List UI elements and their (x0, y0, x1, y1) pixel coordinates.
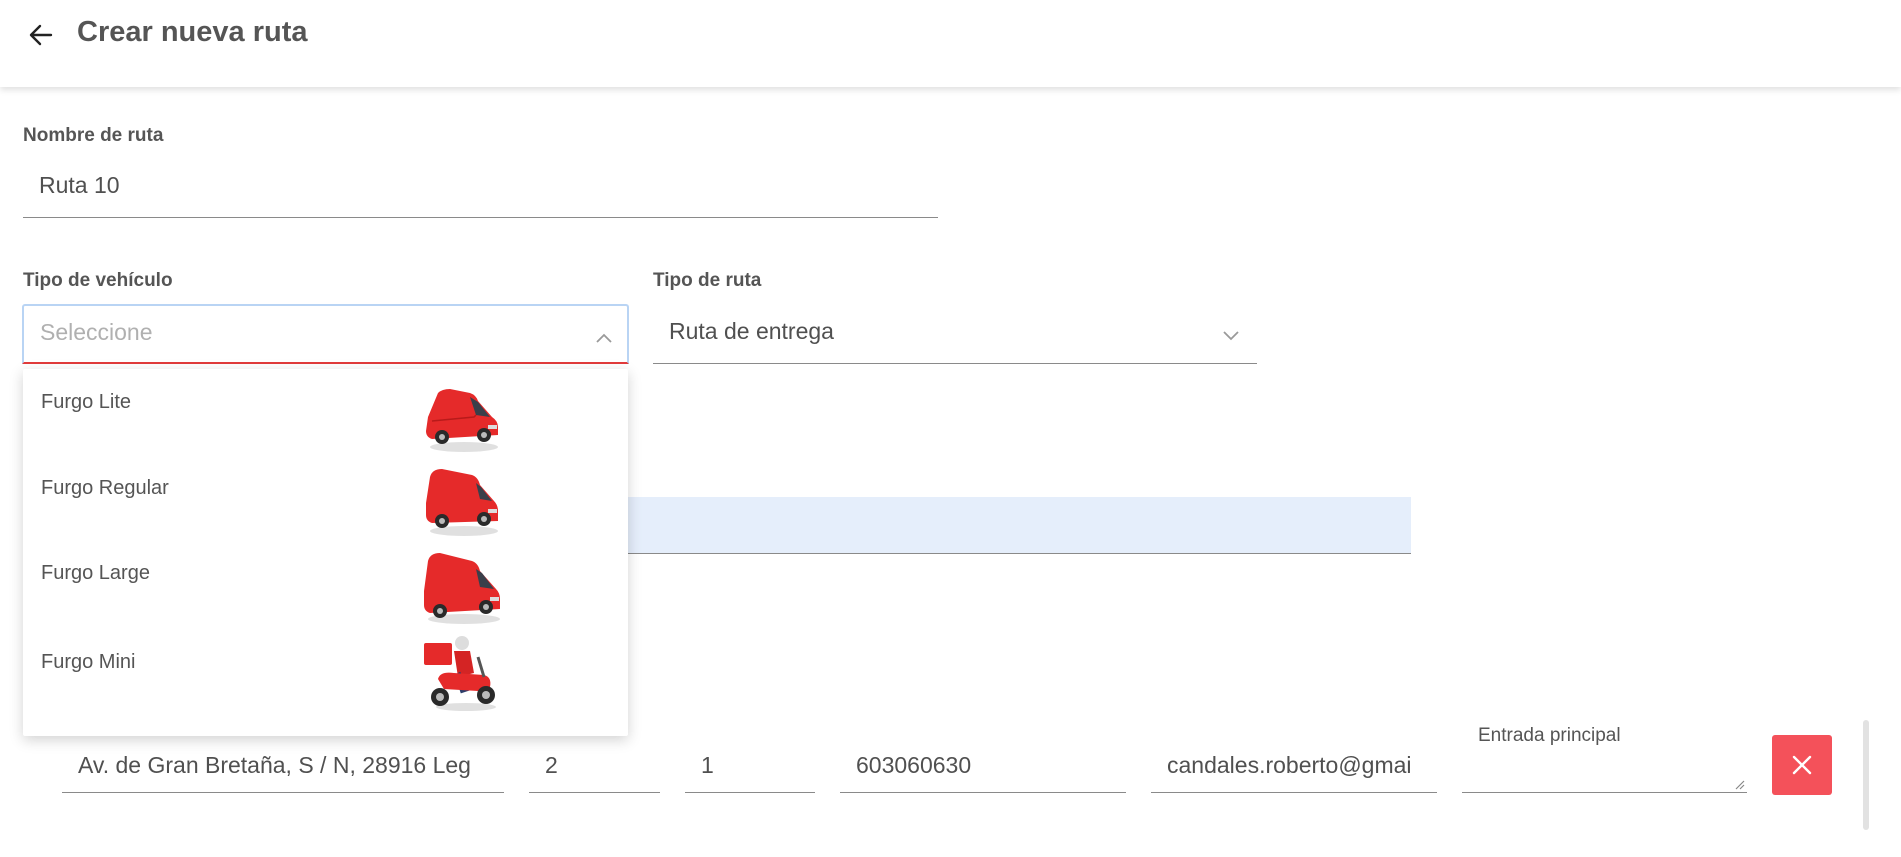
address-value: Av. de Gran Bretaña, S / N, 28916 Leg (78, 752, 471, 778)
back-arrow-icon[interactable] (26, 20, 56, 50)
email-value: candales.roberto@gmai (1167, 752, 1412, 778)
route-type-select[interactable]: Ruta de entrega (653, 304, 1257, 364)
vehicle-type-label: Tipo de vehículo (23, 270, 173, 291)
vehicle-type-dropdown: Furgo Lite Furgo Regular Furgo Large Fur… (23, 369, 628, 736)
phone-value: 603060630 (856, 752, 972, 778)
route-type-label: Tipo de ruta (653, 270, 762, 291)
delete-stop-button[interactable] (1772, 735, 1832, 795)
route-type-value: Ruta de entrega (669, 318, 834, 344)
resize-grip-icon[interactable] (1733, 778, 1745, 790)
vehicle-option-furgo-large[interactable]: Furgo Large (23, 541, 628, 627)
quantity-value: 2 (545, 752, 558, 778)
order-value: 1 (701, 752, 714, 778)
page-title: Crear nueva ruta (77, 16, 308, 48)
vehicle-option-label: Furgo Mini (41, 651, 136, 673)
large-red-van-icon (424, 553, 500, 624)
address-input[interactable]: Av. de Gran Bretaña, S / N, 28916 Leg (62, 736, 504, 793)
notes-value: Entrada principal (1478, 725, 1621, 746)
vehicle-option-furgo-lite[interactable]: Furgo Lite (23, 369, 628, 455)
vehicle-option-furgo-regular[interactable]: Furgo Regular (23, 455, 628, 541)
chevron-up-icon (596, 333, 612, 343)
vehicle-option-label: Furgo Regular (41, 477, 169, 499)
chevron-down-icon (1223, 331, 1239, 341)
highlighted-input-field[interactable] (628, 497, 1411, 554)
notes-textarea[interactable]: Entrada principal (1462, 716, 1747, 793)
email-input[interactable]: candales.roberto@gmai (1151, 736, 1437, 793)
quantity-input[interactable]: 2 (529, 736, 660, 793)
route-name-label: Nombre de ruta (23, 125, 164, 146)
close-icon (1792, 755, 1812, 775)
phone-input[interactable]: 603060630 (840, 736, 1126, 793)
vehicle-option-label: Furgo Lite (41, 391, 132, 413)
app-header: Crear nueva ruta (0, 0, 1901, 87)
red-delivery-scooter-icon (424, 636, 496, 711)
route-name-input[interactable]: Ruta 10 (23, 160, 938, 218)
order-input[interactable]: 1 (685, 736, 815, 793)
vehicle-type-placeholder: Seleccione (40, 319, 153, 345)
vehicle-option-label: Furgo Large (41, 562, 150, 584)
red-van-icon (426, 469, 498, 536)
vehicle-option-furgo-mini[interactable]: Furgo Mini (23, 627, 628, 713)
small-red-van-icon (426, 389, 498, 452)
vehicle-type-select[interactable]: Seleccione (22, 304, 629, 364)
route-name-value: Ruta 10 (39, 172, 120, 198)
vertical-scrollbar[interactable] (1863, 720, 1869, 830)
